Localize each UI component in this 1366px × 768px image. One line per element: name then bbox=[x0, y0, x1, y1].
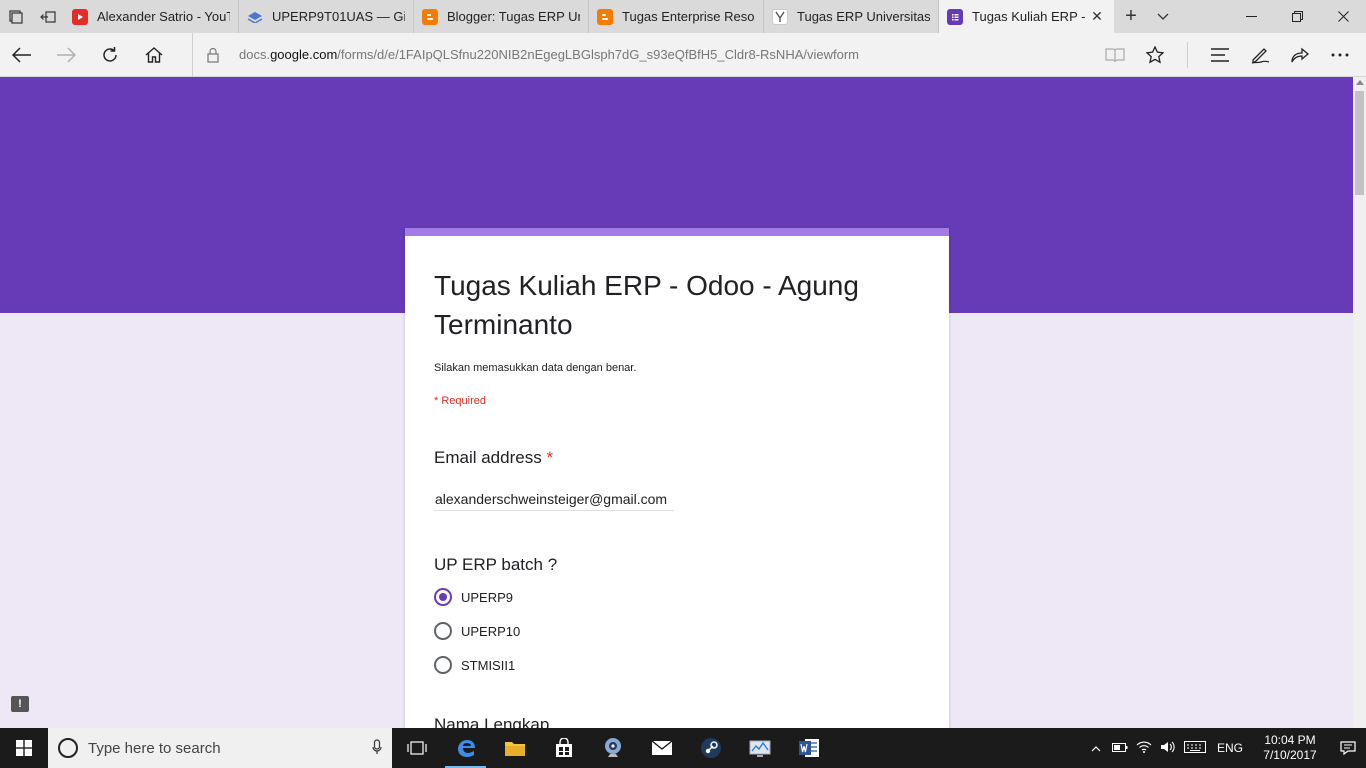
chevron-down-icon[interactable] bbox=[1148, 0, 1178, 33]
batch-question-label: UP ERP batch ? bbox=[434, 555, 558, 574]
toolbar-divider bbox=[1187, 41, 1188, 68]
set-tabs-aside-icon[interactable] bbox=[32, 0, 64, 33]
window-controls bbox=[1228, 0, 1366, 33]
email-field[interactable] bbox=[434, 487, 674, 511]
refresh-icon[interactable] bbox=[88, 33, 132, 77]
wifi-icon[interactable] bbox=[1132, 741, 1156, 756]
edge-browser-icon[interactable] bbox=[441, 728, 490, 768]
radio-label: UPERP10 bbox=[461, 623, 521, 639]
address-bar[interactable]: docs.google.com/forms/d/e/1FAIpQLSfnu220… bbox=[192, 32, 1095, 77]
system-tray: ENG 10:04 PM 7/10/2017 bbox=[1084, 728, 1366, 768]
action-center-icon[interactable] bbox=[1330, 741, 1366, 755]
radio-button[interactable] bbox=[434, 622, 452, 640]
word-icon[interactable] bbox=[784, 728, 833, 768]
form-description: Silakan memasukkan data dengan benar. bbox=[434, 362, 637, 374]
radio-option-uperp10[interactable]: UPERP10 bbox=[434, 622, 520, 640]
form-card: Tugas Kuliah ERP - Odoo - Agung Terminan… bbox=[405, 228, 949, 738]
back-arrow-icon[interactable] bbox=[0, 33, 44, 77]
tab-overview-icon[interactable] bbox=[0, 0, 32, 33]
minimize-icon[interactable] bbox=[1228, 0, 1274, 33]
fork-icon bbox=[772, 8, 788, 25]
close-window-icon[interactable] bbox=[1320, 0, 1366, 33]
clock-time: 10:04 PM bbox=[1264, 733, 1316, 747]
store-icon[interactable] bbox=[539, 728, 588, 768]
file-explorer-icon[interactable] bbox=[490, 728, 539, 768]
microphone-icon[interactable] bbox=[362, 738, 392, 758]
radio-button[interactable] bbox=[434, 656, 452, 674]
tab-title: Blogger: Tugas ERP Uni bbox=[447, 9, 580, 24]
steam-icon[interactable] bbox=[686, 728, 735, 768]
tab-title: Tugas Kuliah ERP - bbox=[972, 9, 1086, 24]
taskbar-search-box[interactable]: Type here to search bbox=[48, 728, 392, 768]
tab-title: UPERP9T01UAS — GitB bbox=[272, 9, 405, 24]
more-options-icon[interactable] bbox=[1320, 33, 1360, 77]
youtube-icon bbox=[72, 8, 88, 25]
tab-title: Tugas ERP Universitas F bbox=[797, 9, 930, 24]
browser-tab-strip: Alexander Satrio - YouT UPERP9T01UAS — G… bbox=[0, 0, 1366, 33]
performance-monitor-icon[interactable] bbox=[735, 728, 784, 768]
close-tab-icon[interactable]: ✕ bbox=[1088, 8, 1106, 25]
tab-title: Tugas Enterprise Resou bbox=[622, 9, 755, 24]
required-asterisk: * bbox=[546, 448, 554, 467]
tab-github[interactable]: Tugas ERP Universitas F bbox=[764, 0, 939, 33]
cortana-icon bbox=[58, 738, 78, 758]
blogger-icon bbox=[597, 8, 613, 25]
mail-envelope-icon[interactable] bbox=[637, 728, 686, 768]
tab-blogger-1[interactable]: Blogger: Tugas ERP Uni bbox=[414, 0, 589, 33]
radio-option-uperp9[interactable]: UPERP9 bbox=[434, 588, 513, 606]
radio-button-checked[interactable] bbox=[434, 588, 452, 606]
input-language[interactable]: ENG bbox=[1210, 741, 1250, 755]
chevron-up-icon[interactable] bbox=[1084, 741, 1108, 755]
share-icon[interactable] bbox=[1280, 33, 1320, 77]
system-clock[interactable]: 10:04 PM 7/10/2017 bbox=[1250, 733, 1330, 763]
tab-google-forms-active[interactable]: Tugas Kuliah ERP - ✕ bbox=[939, 0, 1114, 33]
clock-date: 7/10/2017 bbox=[1263, 748, 1317, 762]
keyboard-icon[interactable] bbox=[1180, 740, 1210, 756]
windows-start-icon[interactable] bbox=[0, 728, 48, 768]
page-scrollbar[interactable] bbox=[1353, 77, 1366, 728]
search-placeholder: Type here to search bbox=[88, 739, 221, 757]
radio-label: UPERP9 bbox=[461, 589, 514, 605]
form-title: Tugas Kuliah ERP - Odoo - Agung Terminan… bbox=[434, 270, 859, 340]
url-text: docs.google.com/forms/d/e/1FAIpQLSfnu220… bbox=[239, 47, 859, 62]
blogger-icon bbox=[422, 8, 438, 25]
radio-option-stmisii1[interactable]: STMISII1 bbox=[434, 656, 515, 674]
windows-taskbar: Type here to search ENG 10:04 PM 7/10/20… bbox=[0, 728, 1366, 768]
favorite-star-icon[interactable] bbox=[1135, 33, 1175, 77]
lock-icon bbox=[203, 44, 223, 66]
battery-icon[interactable] bbox=[1108, 741, 1132, 755]
scrollbar-thumb[interactable] bbox=[1355, 91, 1364, 195]
restore-icon[interactable] bbox=[1274, 0, 1320, 33]
forward-arrow-icon[interactable] bbox=[44, 33, 88, 77]
webcam-icon[interactable] bbox=[588, 728, 637, 768]
toolbar-right bbox=[1095, 33, 1366, 77]
browser-nav-bar: docs.google.com/forms/d/e/1FAIpQLSfnu220… bbox=[0, 32, 1366, 77]
email-question-label: Email address * bbox=[434, 448, 554, 467]
hub-menu-icon[interactable] bbox=[1200, 33, 1240, 77]
tab-title: Alexander Satrio - YouT bbox=[97, 9, 230, 24]
required-note: * Required bbox=[434, 395, 486, 407]
web-note-pen-icon[interactable] bbox=[1240, 33, 1280, 77]
volume-icon[interactable] bbox=[1156, 741, 1180, 756]
home-icon[interactable] bbox=[132, 33, 176, 77]
scroll-up-arrow-icon[interactable] bbox=[1356, 80, 1364, 85]
new-tab-plus-icon[interactable]: + bbox=[1114, 0, 1148, 33]
feedback-icon[interactable]: ! bbox=[11, 696, 29, 712]
google-forms-icon bbox=[947, 8, 963, 25]
gitbook-icon bbox=[247, 9, 263, 25]
reading-view-icon[interactable] bbox=[1095, 33, 1135, 77]
task-view-icon[interactable] bbox=[392, 728, 441, 768]
tab-blogger-2[interactable]: Tugas Enterprise Resou bbox=[589, 0, 764, 33]
tab-gitbook[interactable]: UPERP9T01UAS — GitB bbox=[239, 0, 414, 33]
tab-youtube[interactable]: Alexander Satrio - YouT bbox=[64, 0, 239, 33]
radio-label: STMISII1 bbox=[461, 657, 516, 673]
